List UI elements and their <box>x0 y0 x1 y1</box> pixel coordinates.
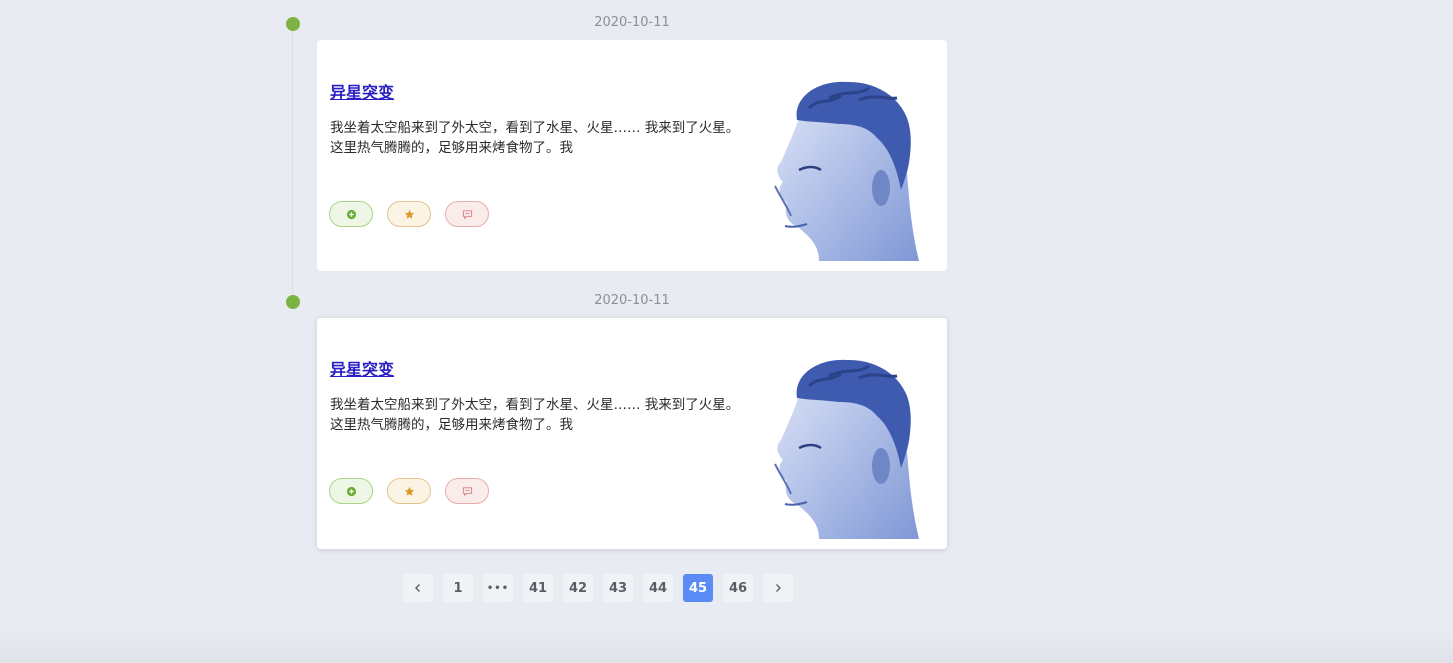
article-excerpt: 我坐着太空船来到了外太空，看到了水星、火星…… 我来到了火星。这里热气腾腾的，足… <box>330 397 740 433</box>
comment-icon <box>462 209 472 219</box>
chevron-right-icon <box>776 584 781 592</box>
page-button-45-current[interactable]: 45 <box>683 574 713 602</box>
plus-circle-icon <box>346 209 356 219</box>
favorite-button[interactable] <box>387 478 431 504</box>
article-title-link[interactable]: 异星突变 <box>330 79 394 103</box>
comment-icon <box>462 486 472 496</box>
chevron-left-icon <box>415 584 420 592</box>
page-button-1[interactable]: 1 <box>443 574 473 602</box>
star-icon <box>404 486 414 496</box>
article-actions <box>329 478 489 504</box>
portrait-image <box>774 359 919 539</box>
comment-button[interactable] <box>445 478 489 504</box>
page-button-44[interactable]: 44 <box>643 574 673 602</box>
page-button-43[interactable]: 43 <box>603 574 633 602</box>
prev-page-button[interactable] <box>403 574 433 602</box>
article-title-link[interactable]: 异星突变 <box>330 356 394 380</box>
article-excerpt: 我坐着太空船来到了外太空，看到了水星、火星…… 我来到了火星。这里热气腾腾的，足… <box>330 120 740 156</box>
like-button[interactable] <box>329 201 373 227</box>
entry-date: 2020-10-11 <box>594 15 670 30</box>
timeline-dot <box>286 295 300 309</box>
article-card: 异星突变 我坐着太空船来到了外太空，看到了水星、火星…… 我来到了火星。这里热气… <box>317 318 947 549</box>
page-button-41[interactable]: 41 <box>523 574 553 602</box>
bottom-shadow <box>0 628 1453 663</box>
article-card: 异星突变 我坐着太空船来到了外太空，看到了水星、火星…… 我来到了火星。这里热气… <box>317 40 947 271</box>
like-button[interactable] <box>329 478 373 504</box>
portrait-image <box>774 81 919 261</box>
article-actions <box>329 201 489 227</box>
page-ellipsis-button[interactable]: ••• <box>483 574 513 602</box>
page-button-42[interactable]: 42 <box>563 574 593 602</box>
timeline-dot <box>286 17 300 31</box>
entry-date: 2020-10-11 <box>594 293 670 308</box>
timeline-line <box>292 24 293 302</box>
favorite-button[interactable] <box>387 201 431 227</box>
plus-circle-icon <box>346 486 356 496</box>
pagination: 1 ••• 41 42 43 44 45 46 <box>403 574 793 602</box>
next-page-button[interactable] <box>763 574 793 602</box>
page-button-46[interactable]: 46 <box>723 574 753 602</box>
star-icon <box>404 209 414 219</box>
comment-button[interactable] <box>445 201 489 227</box>
